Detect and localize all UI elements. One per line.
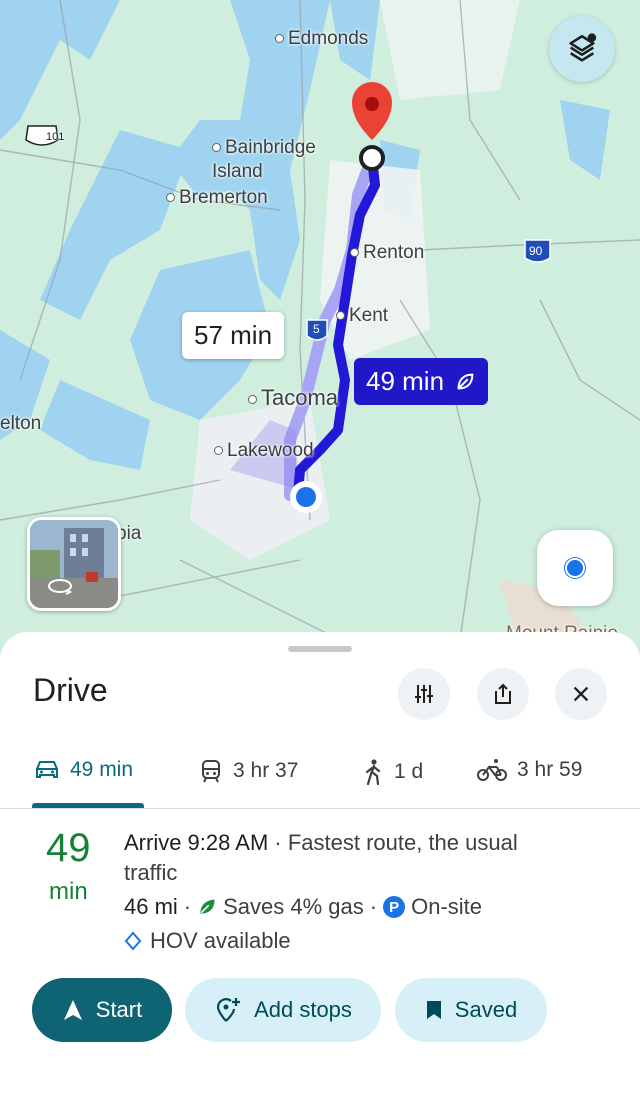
360-rotate-icon [48, 579, 73, 595]
tab-bike[interactable]: 3 hr 59 [477, 758, 582, 782]
car-icon [36, 761, 58, 778]
share-icon [495, 683, 511, 704]
eta-unit: min [49, 878, 88, 905]
tab-drive[interactable]: 49 min [34, 758, 133, 782]
map-label-elton: elton [0, 413, 42, 434]
my-location-icon [565, 558, 585, 578]
drag-handle[interactable] [288, 646, 352, 652]
saved-label: Saved [454, 997, 518, 1022]
tab-walk-label: 1 d [394, 760, 424, 783]
map-label-renton: Renton [350, 242, 424, 264]
map-label-tacoma: Tacoma [248, 385, 338, 411]
map-view[interactable]: 101 90 5 Edmonds Bainbridge Island Breme… [0, 0, 640, 680]
separator: · [369, 894, 378, 919]
layers-icon [569, 33, 597, 62]
tab-bike-label: 3 hr 59 [517, 758, 583, 781]
add-location-icon [216, 998, 241, 1022]
add-stops-button[interactable]: Add stops [185, 978, 381, 1042]
hwy-101-label: 101 [46, 131, 65, 143]
train-icon [202, 760, 220, 783]
origin-location-icon [290, 481, 322, 513]
selected-tab-indicator [32, 803, 144, 808]
main-route-time-bubble[interactable]: 49 min [354, 358, 489, 405]
eco-leaf-icon [457, 373, 474, 389]
hov-diamond-icon [124, 931, 142, 951]
map-label-bainbridge: Bainbridge Island [212, 137, 316, 182]
hwy-5-label: 5 [313, 322, 320, 336]
alt-route-time: 57 min [194, 320, 273, 350]
walk-icon [365, 759, 381, 786]
main-route-time: 49 min [366, 366, 445, 396]
map-label-edmonds: Edmonds [275, 28, 368, 50]
hwy-90-label: 90 [529, 244, 543, 258]
hov-label: HOV available [150, 928, 291, 953]
bookmark-icon [426, 1001, 441, 1019]
street-view-image [30, 520, 118, 608]
start-button-label: Start [95, 997, 143, 1022]
arrival-time: Arrive 9:28 AM [124, 830, 269, 855]
eta-number: 49 [46, 826, 91, 870]
start-button[interactable]: Start [32, 978, 172, 1042]
tab-walk[interactable]: 1 d [362, 758, 423, 786]
route-summary: Arrive 9:28 AM · Fastest route, the usua… [124, 828, 574, 888]
tune-icon [415, 685, 433, 703]
bike-icon [477, 759, 507, 781]
fuel-savings: Saves 4% gas [223, 894, 364, 919]
travel-mode-tabs: 49 min 3 hr 37 1 d 3 hr 59 [0, 744, 640, 809]
map-label-lakewood: Lakewood [214, 440, 314, 462]
tab-transit[interactable]: 3 hr 37 [199, 758, 298, 784]
route-distance: 46 mi [124, 894, 178, 919]
map-label-bremerton: Bremerton [166, 187, 268, 209]
close-button[interactable] [555, 668, 607, 720]
add-stops-label: Add stops [254, 997, 352, 1022]
parking-info: On-site [411, 894, 483, 919]
layers-button[interactable] [549, 16, 615, 82]
tab-transit-label: 3 hr 37 [233, 759, 299, 782]
navigation-arrow-icon [63, 1000, 82, 1020]
hov-info: HOV available [124, 928, 291, 954]
save-button[interactable]: Saved [395, 978, 547, 1042]
parking-icon: P [383, 896, 406, 918]
sheet-title: Drive [33, 672, 108, 708]
close-icon [573, 686, 589, 702]
my-location-button[interactable] [537, 530, 613, 606]
directions-sheet: Drive 49 min 3 hr 37 1 d 3 hr 59 49 min … [0, 632, 640, 1111]
tab-drive-label: 49 min [70, 758, 134, 781]
map-label-kent: Kent [336, 305, 388, 327]
eco-leaf-icon [200, 899, 215, 914]
alt-route-time-bubble[interactable]: 57 min [182, 312, 285, 359]
share-button[interactable] [477, 668, 529, 720]
separator: · [183, 894, 192, 919]
route-options-button[interactable] [398, 668, 450, 720]
route-facts: 46 mi · Saves 4% gas · P On-site [124, 894, 482, 920]
street-view-thumbnail[interactable] [27, 517, 121, 611]
